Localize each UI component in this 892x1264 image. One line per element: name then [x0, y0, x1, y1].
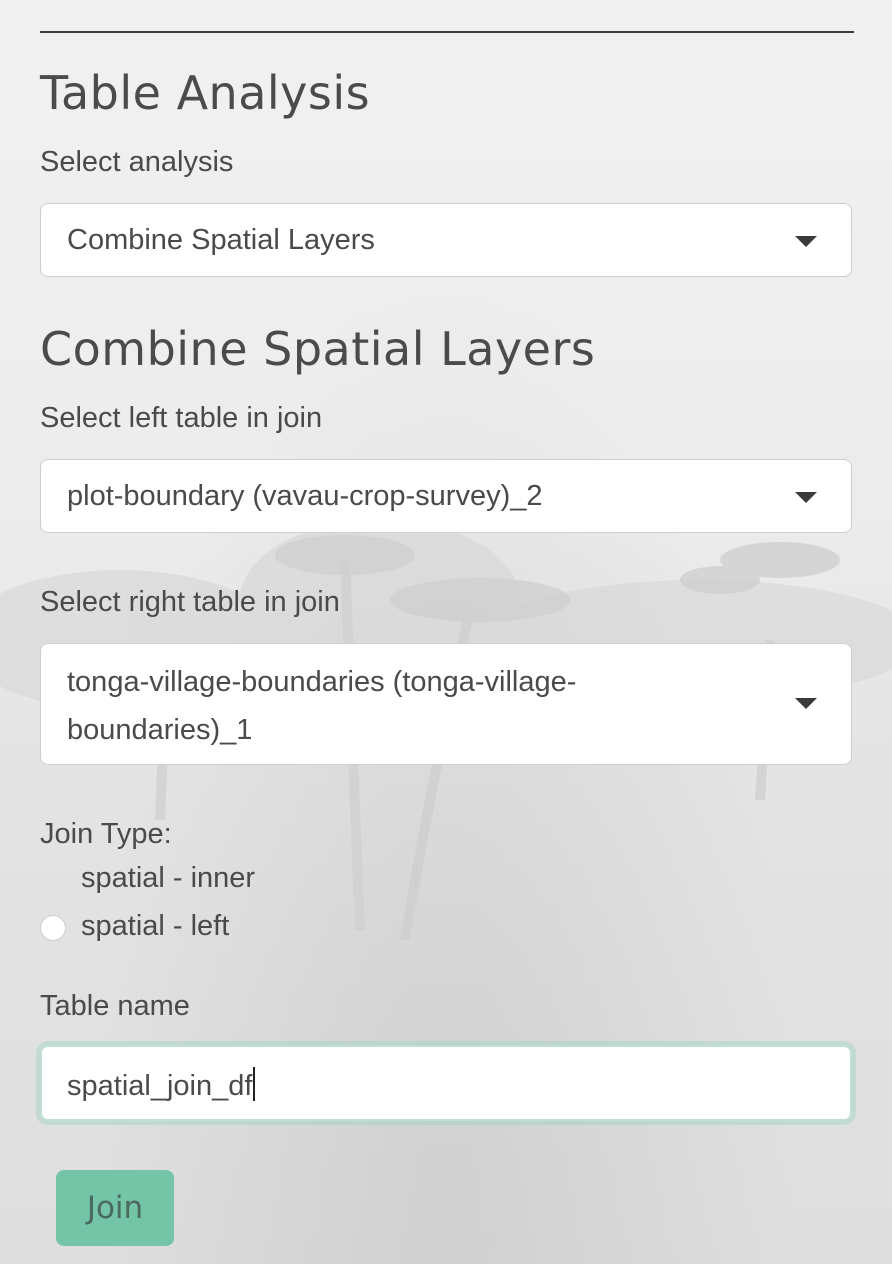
table-name-input[interactable]: spatial_join_df — [40, 1045, 852, 1121]
divider — [40, 31, 854, 33]
join-type-label: Join Type: — [40, 818, 172, 850]
join-type-option-inner-label: spatial - inner — [81, 862, 256, 894]
join-type-option-left-label: spatial - left — [81, 910, 230, 942]
left-table-select[interactable]: plot-boundary (vavau-crop-survey)_2 — [40, 459, 852, 533]
right-table-select-label: Select right table in join — [40, 586, 340, 618]
right-table-select-value-line2: boundaries)_1 — [67, 714, 253, 746]
join-button[interactable]: Join — [56, 1170, 174, 1246]
table-name-label: Table name — [40, 990, 190, 1022]
analysis-select[interactable]: Combine Spatial Layers — [40, 203, 852, 277]
right-table-select[interactable]: tonga-village-boundaries (tonga-village-… — [40, 643, 852, 765]
right-table-select-value-line1: tonga-village-boundaries (tonga-village- — [67, 666, 577, 698]
table-name-input-value: spatial_join_df — [67, 1067, 256, 1103]
radio-button[interactable] — [40, 915, 66, 941]
left-table-select-label: Select left table in join — [40, 402, 323, 434]
analysis-select-label: Select analysis — [40, 146, 234, 178]
left-table-select-value: plot-boundary (vavau-crop-survey)_2 — [67, 480, 543, 512]
table-name-text: spatial_join_df — [67, 1070, 253, 1102]
section-title: Table Analysis — [40, 66, 371, 120]
text-cursor — [253, 1067, 256, 1101]
chevron-down-icon — [795, 698, 817, 709]
subsection-title: Combine Spatial Layers — [40, 322, 596, 376]
analysis-select-value: Combine Spatial Layers — [67, 224, 375, 256]
chevron-down-icon — [795, 492, 817, 503]
chevron-down-icon — [795, 236, 817, 247]
